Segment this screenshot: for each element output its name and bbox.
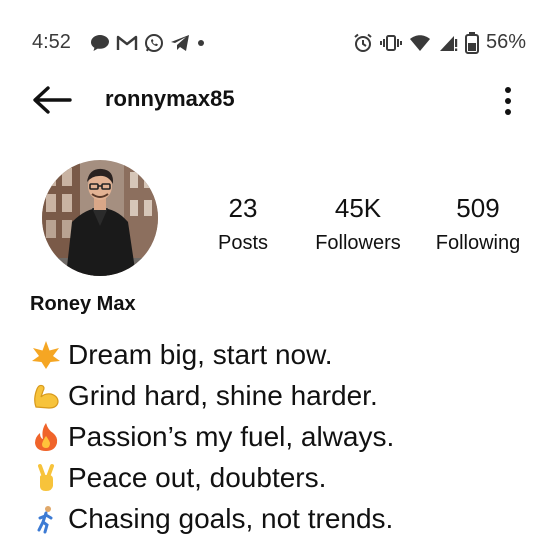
- chat-bubble-icon: [90, 34, 110, 52]
- telegram-icon: [170, 34, 190, 52]
- fire-emoji-icon: [30, 421, 62, 453]
- whatsapp-icon: [144, 33, 164, 53]
- following-count: 509: [456, 193, 500, 223]
- status-bar: 4:52 56%: [0, 0, 560, 80]
- bio-line: Chasing goals, not trends.: [30, 498, 394, 539]
- status-time: 4:52: [32, 31, 71, 53]
- bio-line: Passion’s my fuel, always.: [30, 416, 394, 457]
- bio-text: Peace out, doubters.: [68, 461, 327, 493]
- back-arrow-icon: [33, 86, 72, 114]
- alarm-icon: [353, 33, 373, 53]
- gmail-icon: [116, 34, 138, 52]
- followers-label: Followers: [315, 232, 401, 254]
- bio-text: Dream big, start now.: [68, 338, 333, 370]
- notification-icons: [90, 33, 206, 53]
- followers-count: 45K: [334, 193, 382, 223]
- bio-line: Dream big, start now.: [30, 334, 394, 375]
- bio-text: Passion’s my fuel, always.: [68, 420, 395, 452]
- star-emoji-icon: [30, 339, 62, 371]
- bio-text: Grind hard, shine harder.: [68, 379, 378, 411]
- username: ronnymax85: [105, 86, 235, 111]
- bio-line: Peace out, doubters.: [30, 457, 394, 498]
- profile-header: ronnymax85: [0, 80, 560, 120]
- following-label: Following: [435, 232, 521, 254]
- bio: Dream big, start now. Grind hard, shine …: [30, 334, 394, 539]
- wifi-icon: [409, 34, 431, 52]
- bio-text: Chasing goals, not trends.: [68, 502, 394, 534]
- profile-photo: [42, 160, 158, 276]
- display-name: Roney Max: [30, 293, 136, 315]
- battery-percent: 56%: [485, 31, 526, 53]
- posts-stat[interactable]: 23 Posts: [208, 193, 278, 255]
- more-options-button[interactable]: [498, 84, 518, 118]
- flexed-biceps-emoji-icon: [30, 380, 62, 412]
- victory-hand-emoji-icon: [30, 462, 62, 494]
- avatar[interactable]: [42, 160, 158, 276]
- following-stat[interactable]: 509 Following: [428, 193, 528, 255]
- signal-icon: [438, 33, 458, 53]
- person-running-emoji-icon: [30, 503, 62, 535]
- bio-line: Grind hard, shine harder.: [30, 375, 394, 416]
- battery-icon: [464, 31, 479, 54]
- more-vertical-icon: [505, 87, 511, 115]
- followers-stat[interactable]: 45K Followers: [305, 193, 411, 255]
- vibrate-icon: [379, 34, 402, 52]
- dot-icon: [196, 38, 206, 48]
- system-icons: 56%: [353, 31, 526, 54]
- posts-count: 23: [228, 193, 258, 223]
- posts-label: Posts: [217, 232, 269, 254]
- back-button[interactable]: [30, 84, 74, 116]
